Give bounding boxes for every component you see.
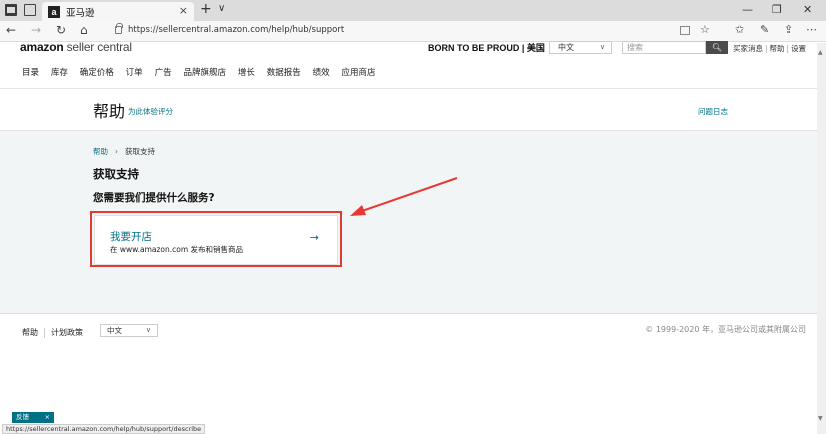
- nav-catalog[interactable]: 目录: [22, 68, 39, 78]
- copyright-text: © 1999-2020 年，亚马逊公司或其附属公司: [645, 325, 806, 334]
- support-content: 帮助 › 获取支持 获取支持 您需要我们提供什么服务? 我要开店 在 www.ama…: [0, 131, 826, 314]
- settings-link[interactable]: 设置: [791, 44, 806, 53]
- tab-overview-icon[interactable]: [24, 4, 36, 16]
- arrow-right-icon: →: [309, 231, 319, 244]
- footer-help-link[interactable]: 帮助: [22, 328, 38, 337]
- scroll-down-icon[interactable]: ▼: [818, 415, 823, 422]
- more-icon[interactable]: ⋯: [806, 23, 817, 36]
- forward-icon[interactable]: →: [31, 23, 41, 37]
- nav-stores[interactable]: 品牌旗舰店: [183, 68, 226, 78]
- nav-advertising[interactable]: 广告: [155, 68, 172, 78]
- support-question: 您需要我们提供什么服务?: [93, 192, 215, 204]
- favorite-star-icon[interactable]: ☆: [700, 23, 710, 36]
- footer-language-select[interactable]: 中文 ∨: [100, 324, 158, 337]
- breadcrumb-help[interactable]: 帮助: [93, 147, 108, 156]
- open-store-card[interactable]: 我要开店 在 www.amazon.com 发布和销售商品 →: [94, 215, 338, 265]
- header-top-links: 买家消息 | 帮助 | 设置: [733, 43, 806, 54]
- help-title: 帮助: [93, 102, 126, 121]
- scroll-up-icon[interactable]: ▲: [818, 49, 823, 56]
- breadcrumb-chevron-icon: ›: [115, 147, 118, 156]
- logo-amazon: amazon: [20, 40, 64, 54]
- separator: |: [786, 44, 790, 53]
- help-link[interactable]: 帮助: [770, 44, 785, 53]
- buyer-messages-link[interactable]: 买家消息: [733, 44, 763, 53]
- browser-tab-active[interactable]: a 亚马逊 ×: [42, 2, 194, 21]
- annotation-arrow-head: [350, 205, 366, 216]
- new-tab-button[interactable]: +: [200, 1, 212, 17]
- chevron-down-icon: ∨: [145, 326, 151, 334]
- footer-language-value: 中文: [107, 326, 122, 335]
- main-navigation: 目录 库存 确定价格 订单 广告 品牌旗舰店 增长 数据报告 绩效 应用商店: [22, 66, 385, 78]
- nav-appstore[interactable]: 应用商店: [342, 68, 376, 78]
- nav-performance[interactable]: 绩效: [313, 68, 330, 78]
- separator: [44, 327, 45, 338]
- address-bar[interactable]: https://sellercentral.amazon.com/help/hu…: [110, 23, 720, 39]
- footer-links: 帮助 计划政策: [22, 327, 83, 338]
- nav-inventory[interactable]: 库存: [51, 68, 68, 78]
- language-select[interactable]: 中文 ∨: [549, 41, 612, 54]
- feedback-close-icon[interactable]: ×: [45, 412, 50, 423]
- nav-orders[interactable]: 订单: [126, 68, 143, 78]
- address-toolbar: ← → ↻ ⌂ https://sellercentral.amazon.com…: [0, 21, 826, 42]
- help-header: 帮助 为此体验评分 问题日志: [0, 88, 826, 131]
- marketplace-banner[interactable]: BORN TO BE PROUD | 美国: [428, 41, 545, 54]
- minimize-icon[interactable]: —: [742, 3, 753, 16]
- language-select-value: 中文: [558, 43, 574, 52]
- search-button[interactable]: 🔍︎: [706, 41, 728, 54]
- restore-icon[interactable]: ❐: [772, 3, 782, 16]
- separator: |: [765, 44, 768, 53]
- logo-seller-central: seller central: [63, 40, 132, 54]
- search-icon: 🔍︎: [711, 43, 723, 52]
- browser-tab-bar: a 亚马逊 × + ∨ — ❐ ✕: [0, 0, 826, 21]
- footer-policy-link[interactable]: 计划政策: [51, 328, 83, 337]
- search-input[interactable]: 搜索: [622, 41, 706, 54]
- feedback-label: 反馈: [16, 413, 29, 421]
- nav-pricing[interactable]: 确定价格: [80, 68, 114, 78]
- window-menu-icon[interactable]: [5, 4, 17, 16]
- favorites-icon[interactable]: ✩: [735, 23, 744, 36]
- back-icon[interactable]: ←: [6, 23, 16, 37]
- page-title: 获取支持: [93, 167, 139, 181]
- home-icon[interactable]: ⌂: [80, 23, 88, 37]
- tab-title: 亚马逊: [66, 8, 95, 19]
- open-store-title: 我要开店: [110, 231, 152, 243]
- status-bar-url: https://sellercentral.amazon.com/help/hu…: [2, 424, 206, 434]
- page-scrollbar[interactable]: ▲ ▼: [817, 43, 826, 434]
- feedback-button[interactable]: 反馈 ×: [12, 412, 54, 423]
- tab-close-icon[interactable]: ×: [179, 4, 188, 17]
- lock-icon: [115, 23, 123, 34]
- notes-icon[interactable]: ✎: [760, 23, 769, 36]
- url-text[interactable]: https://sellercentral.amazon.com/help/hu…: [128, 25, 344, 35]
- nav-growth[interactable]: 增长: [238, 68, 255, 78]
- close-icon[interactable]: ✕: [803, 3, 812, 16]
- rate-experience-link[interactable]: 为此体验评分: [128, 106, 173, 117]
- amazon-favicon-icon: a: [48, 6, 60, 18]
- breadcrumb-current: 获取支持: [125, 147, 155, 156]
- footer: 帮助 计划政策 中文 ∨ © 1999-2020 年，亚马逊公司或其附属公司: [0, 314, 826, 419]
- breadcrumb: 帮助 › 获取支持: [93, 146, 155, 157]
- open-store-subtitle: 在 www.amazon.com 发布和销售商品: [110, 245, 244, 254]
- case-log-link[interactable]: 问题日志: [698, 106, 728, 117]
- annotation-arrow-line: [361, 177, 458, 212]
- refresh-icon[interactable]: ↻: [56, 23, 66, 37]
- share-icon[interactable]: ⇪: [784, 23, 793, 36]
- reading-view-icon[interactable]: [680, 26, 690, 35]
- tab-list-dropdown-icon[interactable]: ∨: [218, 3, 225, 14]
- seller-central-logo[interactable]: amazon seller central: [20, 40, 132, 54]
- chevron-down-icon: ∨: [599, 43, 605, 51]
- nav-reports[interactable]: 数据报告: [267, 68, 301, 78]
